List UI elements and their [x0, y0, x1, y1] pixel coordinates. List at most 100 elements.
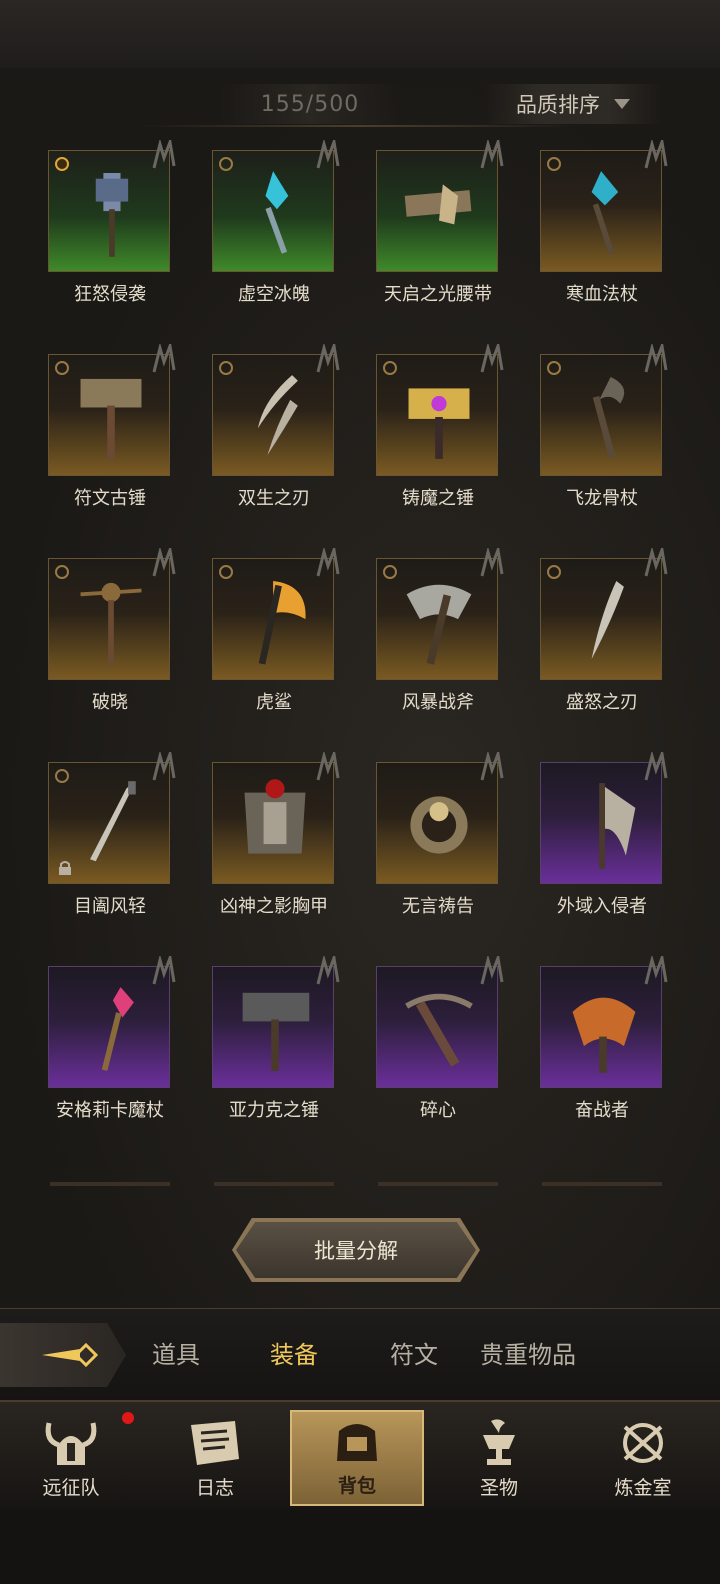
item-slot[interactable]: 破晓 [0, 548, 176, 748]
curved-blade-icon [591, 581, 624, 660]
tab-equipment[interactable]: 装备 [270, 1335, 318, 1370]
tab-items[interactable]: 道具 [152, 1335, 200, 1370]
scroll-icon [191, 1421, 239, 1465]
nav-bag[interactable]: 背包 [290, 1410, 424, 1506]
item-slot[interactable]: 狂怒侵袭 [0, 140, 176, 340]
item-slot[interactable]: 亚力克之锤 [164, 956, 340, 1156]
item-slot[interactable]: 奋战者 [492, 956, 668, 1156]
item-slot[interactable]: 双生之刃 [164, 344, 340, 544]
item-name: 凶神之影胸甲 [220, 896, 328, 917]
item-slot[interactable]: 安格莉卡魔杖 [0, 956, 176, 1156]
item-name: 破晓 [92, 692, 128, 713]
halberd-axe-icon [599, 783, 636, 869]
twin-blades-icon [257, 375, 298, 456]
rune-mark-icon [644, 956, 668, 985]
belt-icon [404, 184, 472, 225]
rune-mark-icon [644, 548, 668, 577]
sword-icon [90, 781, 136, 862]
equip-slot-icon [55, 361, 69, 375]
item-name: 符文古锤 [74, 488, 146, 509]
footer-bar [0, 1510, 720, 1584]
nav-label: 背包 [337, 1475, 376, 1497]
viking-helmet-icon [45, 1422, 97, 1465]
item-name: 亚力克之锤 [229, 1100, 319, 1121]
item-name: 虚空冰魄 [238, 284, 310, 305]
equip-slot-icon [219, 361, 233, 375]
item-name: 天启之光腰带 [384, 284, 492, 305]
nav-label: 炼金室 [614, 1477, 672, 1499]
equip-slot-icon [547, 157, 561, 171]
item-name: 碎心 [420, 1100, 456, 1121]
item-slot[interactable]: 飞龙骨杖 [492, 344, 668, 544]
chevron-down-icon [614, 99, 630, 109]
rune-mark-icon [644, 140, 668, 169]
equip-slot-icon [55, 565, 69, 579]
battle-axe-icon [406, 584, 472, 665]
equip-slot-icon [55, 769, 69, 783]
tab-runes[interactable]: 符文 [390, 1335, 438, 1370]
top-frame [0, 0, 720, 70]
item-name: 奋战者 [575, 1100, 629, 1121]
nav-alchemy[interactable]: 炼金室 [578, 1410, 708, 1506]
item-name: 双生之刃 [238, 488, 310, 509]
item-slot[interactable]: 风暴战斧 [328, 548, 504, 748]
scepter-icon [80, 582, 142, 663]
item-slot[interactable]: 虚空冰魄 [164, 140, 340, 340]
item-slot[interactable]: 目阖风轻 [0, 752, 176, 952]
item-slot[interactable]: 凶神之影胸甲 [164, 752, 340, 952]
equip-slot-icon [219, 157, 233, 171]
item-slot[interactable]: 天启之光腰带 [328, 140, 504, 340]
item-name: 安格莉卡魔杖 [56, 1100, 164, 1121]
back-button[interactable] [0, 1323, 126, 1387]
item-name: 无言祷告 [402, 896, 474, 917]
backpack-icon [337, 1424, 377, 1461]
notification-badge [122, 1412, 134, 1424]
item-name: 狂怒侵袭 [74, 284, 146, 305]
alchemy-icon [623, 1423, 663, 1463]
category-tab-bar: 道具 装备 符文 贵重物品 [0, 1308, 720, 1401]
partial-item-row [0, 1182, 720, 1192]
equip-slot-icon [547, 361, 561, 375]
nav-relics[interactable]: 圣物 [434, 1410, 564, 1506]
inventory-capacity: 155/500 [220, 84, 400, 124]
item-name: 寒血法杖 [566, 284, 638, 305]
item-slot[interactable]: 寒血法杖 [492, 140, 668, 340]
great-axe-icon [572, 997, 636, 1073]
equip-slot-icon [383, 565, 397, 579]
batch-decompose-button[interactable]: 批量分解 [236, 1222, 476, 1278]
crystal-staff-icon [101, 987, 134, 1071]
tab-valuables[interactable]: 贵重物品 [480, 1335, 576, 1370]
item-name: 外域入侵者 [557, 896, 647, 917]
item-slot[interactable]: 外域入侵者 [492, 752, 668, 952]
item-slot[interactable]: 无言祷告 [328, 752, 504, 952]
rune-mark-icon [644, 344, 668, 373]
chest-armor-icon [244, 779, 306, 854]
arrow-left-icon [42, 1342, 99, 1368]
ice-scepter-icon [265, 171, 289, 254]
item-name: 铸魔之锤 [402, 488, 474, 509]
item-slot[interactable]: 盛怒之刃 [492, 548, 668, 748]
sort-label: 品质排序 [516, 93, 600, 117]
equip-slot-icon [219, 565, 233, 579]
item-name: 风暴战斧 [402, 692, 474, 713]
hammer-icon [80, 378, 142, 459]
crossbow-icon [405, 993, 473, 1067]
forge-hammer-icon [408, 388, 470, 459]
equip-slot-icon [55, 157, 69, 171]
equip-slot-icon [383, 361, 397, 375]
item-slot[interactable]: 符文古锤 [0, 344, 176, 544]
nav-expedition[interactable]: 远征队 [6, 1410, 136, 1506]
header-ornament [140, 125, 580, 127]
nav-journal[interactable]: 日志 [150, 1410, 280, 1506]
chalice-icon [483, 1419, 515, 1465]
nav-label: 日志 [195, 1477, 234, 1499]
sort-dropdown[interactable]: 品质排序 [484, 84, 662, 124]
item-slot[interactable]: 虎鲨 [164, 548, 340, 748]
item-slot[interactable]: 铸魔之锤 [328, 344, 504, 544]
item-name: 盛怒之刃 [566, 692, 638, 713]
lock-icon [59, 861, 71, 875]
rune-mark-icon [644, 752, 668, 781]
item-name: 飞龙骨杖 [566, 488, 638, 509]
item-slot[interactable]: 碎心 [328, 956, 504, 1156]
storm-hammer-icon [95, 173, 129, 257]
